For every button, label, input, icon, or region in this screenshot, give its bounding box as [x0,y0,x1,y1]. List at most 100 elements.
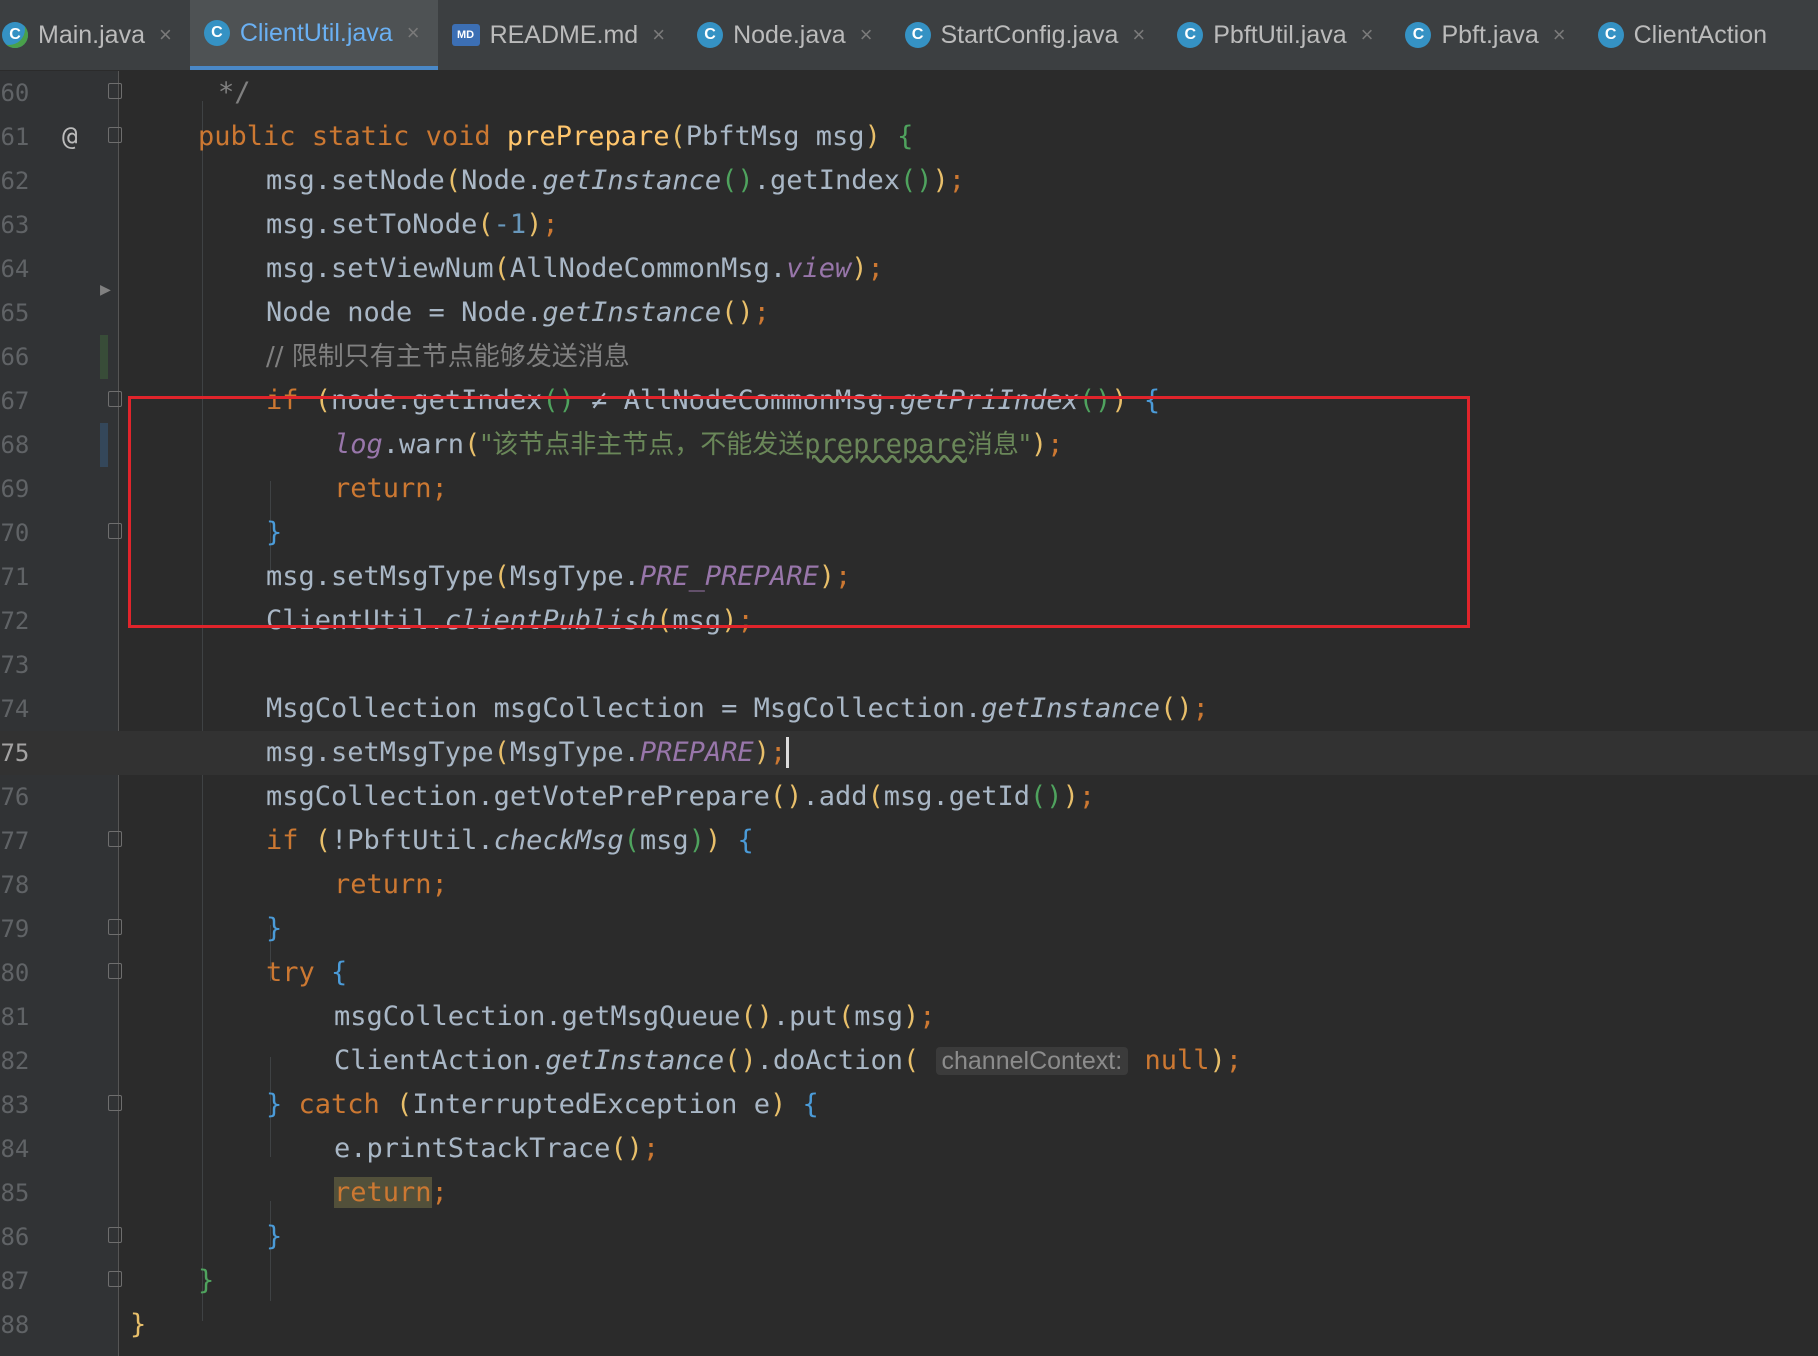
code-line[interactable]: 179 } [0,907,1818,951]
code-token: msg.setMsgType [266,561,494,592]
statement: msgCollection.getVotePrePrepare().add(ms… [266,775,1095,819]
comment: // 限制只有主节点能够发送消息 [266,342,630,372]
paren: () [769,781,803,812]
paren: () [1078,385,1112,416]
fold-marker-icon[interactable] [108,391,122,407]
tab-pbftutil-java[interactable]: C PbftUtil.java × [1163,0,1391,70]
fold-marker-icon[interactable] [108,919,122,935]
paren: ) [902,1001,920,1032]
paren: () [724,1045,757,1076]
tab-clientutil-java[interactable]: C ClientUtil.java × [189,0,438,70]
brace: } [198,1265,215,1296]
code-line[interactable]: 185 return; [0,1171,1818,1215]
fold-marker-icon[interactable] [108,523,122,539]
paren: () [1030,781,1063,812]
code-line[interactable]: 178 return; [0,863,1818,907]
brace: } [130,1309,147,1340]
brace: { [786,1089,819,1120]
code-line[interactable]: 181 msgCollection.getMsgQueue().put(msg)… [0,995,1818,1039]
close-icon[interactable]: × [1132,22,1145,48]
fold-marker-icon[interactable] [108,831,122,847]
code-line[interactable]: 170 } [0,511,1818,555]
code-line[interactable]: 186 } [0,1215,1818,1259]
code-line[interactable]: 177 if (!PbftUtil.checkMsg(msg)) { [0,819,1818,863]
line-number: 180 [0,959,30,987]
paren: () [542,385,575,416]
code-line[interactable]: 188 } [0,1303,1818,1347]
code-line[interactable]: 174 MsgCollection msgCollection = MsgCol… [0,687,1818,731]
line-number: 172 [0,607,30,635]
fold-marker-icon[interactable] [108,1227,122,1243]
code-line-current[interactable]: 175 msg.setMsgType(MsgType.PREPARE); [0,731,1818,775]
params: PbftMsg msg [685,121,865,152]
fold-marker-icon[interactable] [108,83,122,99]
semicolon: ; [1078,781,1096,812]
fold-marker-icon[interactable] [108,1271,122,1287]
code-token: .getIndex [753,165,900,196]
paren: ( [477,209,494,240]
keyword: static [311,121,410,152]
line-number: 183 [0,1091,30,1119]
paren: ( [837,1001,855,1032]
code-token: MsgCollection msgCollection = MsgCollect… [266,693,982,724]
line-number: 181 [0,1003,30,1031]
tab-clientaction[interactable]: C ClientAction [1584,0,1785,70]
code-line[interactable]: 164 msg.setViewNum(AllNodeCommonMsg.view… [0,247,1818,291]
code-line[interactable]: 187 } [0,1259,1818,1303]
code-line[interactable]: 172 ClientUtil.clientPublish(msg); [0,599,1818,643]
code-line[interactable]: 168 log.warn("该节点非主节点，不能发送preprepare消息")… [0,423,1818,467]
brace: { [1127,385,1161,416]
tab-readme-md[interactable]: MD README.md × [438,0,684,70]
code-token: InterruptedException e [412,1089,770,1120]
close-icon[interactable]: × [1361,22,1374,48]
code-editor[interactable]: ▶ 160 */ 161 @ public static void prePre… [0,71,1818,1356]
tab-startconfig-java[interactable]: C StartConfig.java × [891,0,1164,70]
java-class-icon: C [1597,22,1624,48]
code-token: .doAction [756,1045,903,1076]
brace: { [721,825,754,856]
code-line[interactable]: 180 try { [0,951,1818,995]
close-icon[interactable]: × [407,20,420,46]
code-line[interactable]: 183 } catch (InterruptedException e) { [0,1083,1818,1127]
statement: log.warn("该节点非主节点，不能发送preprepare消息"); [334,423,1063,467]
override-marker-icon[interactable]: @ [62,115,78,159]
code-line[interactable]: 184 e.printStackTrace(); [0,1127,1818,1171]
line-number: 186 [0,1223,30,1251]
java-run-class-icon: C [2,22,28,48]
code-line[interactable]: 182 ClientAction.getInstance().doAction(… [0,1039,1818,1083]
close-icon[interactable]: × [1553,22,1566,48]
close-icon[interactable]: × [652,22,665,48]
paren: ) [769,1089,787,1120]
fold-marker-icon[interactable] [108,127,122,143]
tab-main-java[interactable]: C Main.java × [0,0,190,70]
line-number: 176 [0,783,30,811]
tab-label: README.md [489,20,639,49]
line-number: 167 [0,387,30,415]
paren: ( [493,253,510,284]
java-class-icon: C [904,22,931,48]
code-line[interactable]: 169 return; [0,467,1818,511]
tab-pbft-java[interactable]: C Pbft.java × [1391,0,1583,70]
code-line[interactable]: 173 [0,643,1818,687]
paren: ( [623,825,640,856]
code-token: msgCollection.getVotePrePrepare [266,781,770,812]
tab-node-java[interactable]: C Node.java × [683,0,890,70]
fold-marker-icon[interactable] [108,963,122,979]
code-line[interactable]: 161 @ public static void prePrepare(Pbft… [0,115,1818,159]
paren: ) [704,825,722,856]
tab-label: ClientUtil.java [239,18,393,47]
code-line[interactable]: 166 // 限制只有主节点能够发送消息 [0,335,1818,379]
code-line[interactable]: 171 msg.setMsgType(MsgType.PRE_PREPARE); [0,555,1818,599]
code-line[interactable]: 162 msg.setNode(Node.getInstance().getIn… [0,159,1818,203]
fold-marker-icon[interactable] [108,1095,122,1111]
code-line[interactable]: 165 Node node = Node.getInstance(); [0,291,1818,335]
code-line[interactable]: 160 */ [0,71,1818,115]
tab-label: PbftUtil.java [1213,20,1347,49]
statement: if (node.getIndex() ≠ AllNodeCommonMsg.g… [266,379,1160,423]
code-line[interactable]: 167 if (node.getIndex() ≠ AllNodeCommonM… [0,379,1818,423]
close-icon[interactable]: × [159,22,172,48]
code-line[interactable]: 163 msg.setToNode(-1); [0,203,1818,247]
line-number: 168 [0,431,30,459]
close-icon[interactable]: × [860,22,873,48]
code-line[interactable]: 176 msgCollection.getVotePrePrepare().ad… [0,775,1818,819]
